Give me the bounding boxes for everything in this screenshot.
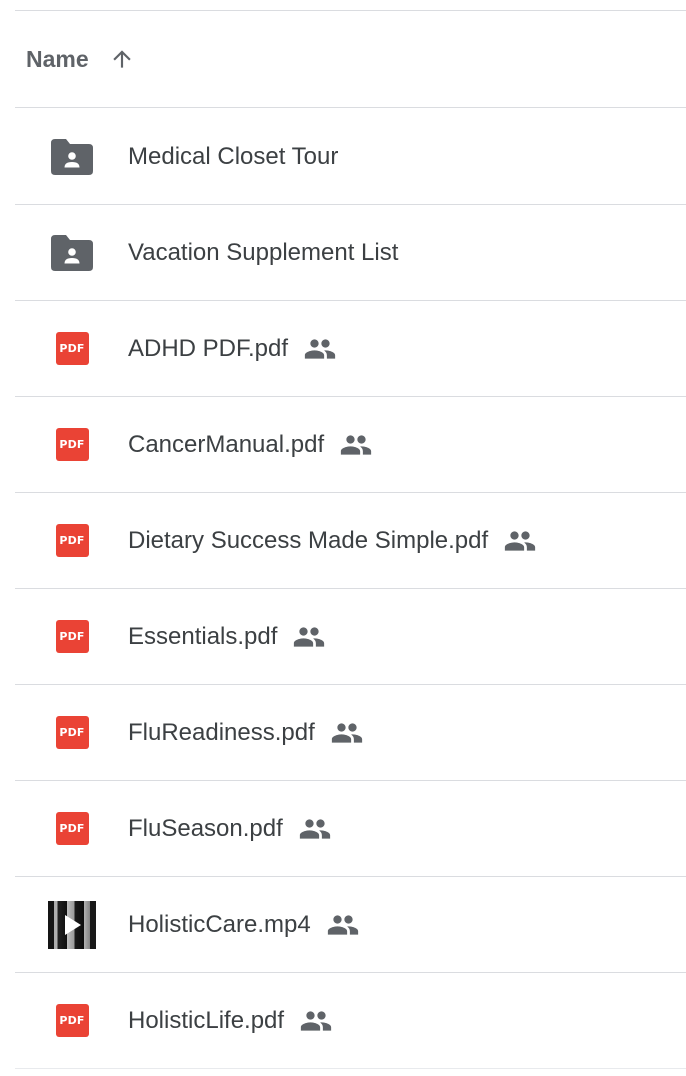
pdf-icon: PDF [48,517,96,565]
file-name: HolisticLife.pdf [128,1006,285,1034]
pdf-badge-label: PDF [55,332,89,365]
file-row[interactable]: Medical Closet Tour [15,109,686,205]
file-row[interactable]: PDF Essentials.pdf [15,589,686,685]
file-name: HolisticCare.mp4 [128,910,311,938]
pdf-icon: PDF [48,613,96,661]
pdf-badge-label: PDF [55,1004,89,1037]
file-name: FluSeason.pdf [128,814,283,842]
file-name: FluReadiness.pdf [128,718,315,746]
shared-people-icon [297,817,333,841]
file-row[interactable]: PDF HolisticLife.pdf [15,973,686,1069]
pdf-icon: PDF [48,325,96,373]
file-name: ADHD PDF.pdf [128,334,289,362]
shared-folder-icon [48,133,96,181]
video-thumbnail-icon [48,900,96,949]
file-row[interactable]: PDF ADHD PDF.pdf [15,301,686,397]
pdf-badge-label: PDF [55,716,89,749]
file-name: Dietary Success Made Simple.pdf [128,526,489,554]
shared-people-icon [338,433,374,457]
file-row[interactable]: PDF FluReadiness.pdf [15,685,686,781]
pdf-icon: PDF [48,805,96,853]
shared-people-icon [302,337,338,361]
shared-people-icon [291,625,327,649]
file-name: Essentials.pdf [128,622,278,650]
shared-people-icon [502,529,538,553]
pdf-icon: PDF [48,997,96,1045]
file-row[interactable]: Vacation Supplement List [15,205,686,301]
file-row[interactable]: PDF CancerManual.pdf [15,397,686,493]
file-name: Vacation Supplement List [128,238,399,266]
shared-people-icon [325,913,361,937]
file-row[interactable]: PDF FluSeason.pdf [15,781,686,877]
pdf-badge-label: PDF [55,812,89,845]
shared-people-icon [298,1009,334,1033]
pdf-icon: PDF [48,709,96,757]
list-header: Name [15,11,686,108]
shared-people-icon [329,721,365,745]
pdf-icon: PDF [48,421,96,469]
file-row[interactable]: HolisticCare.mp4 [15,877,686,973]
arrow-up-icon[interactable] [109,46,135,72]
name-column-header[interactable]: Name [26,46,89,73]
pdf-badge-label: PDF [55,620,89,653]
pdf-badge-label: PDF [55,524,89,557]
shared-folder-icon [48,229,96,277]
file-name: Medical Closet Tour [128,142,339,170]
file-name: CancerManual.pdf [128,430,325,458]
pdf-badge-label: PDF [55,428,89,461]
file-row[interactable]: PDF Dietary Success Made Simple.pdf [15,493,686,589]
file-list: Medical Closet Tour Vacation Supplement L… [15,109,686,1069]
